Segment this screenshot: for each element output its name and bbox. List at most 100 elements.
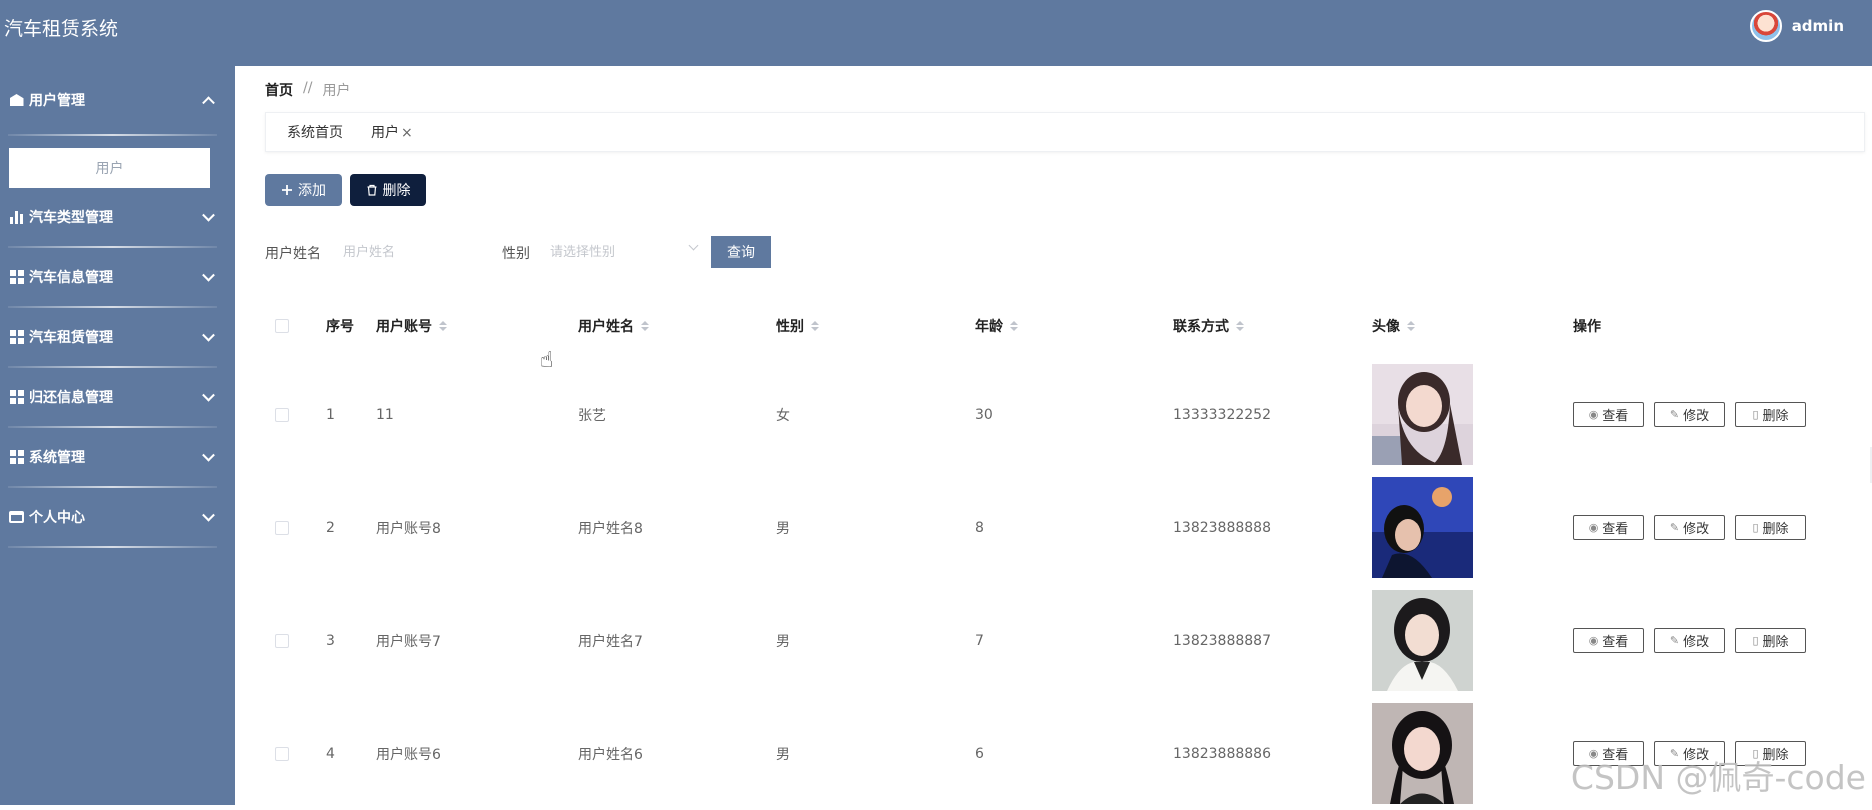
chevron-down-icon	[202, 509, 215, 522]
tab-label: 用户	[371, 125, 399, 141]
cell-age: 7	[975, 584, 984, 697]
sidebar-item-return-info[interactable]: 归还信息管理	[0, 368, 235, 426]
sort-icon[interactable]	[1407, 321, 1415, 331]
top-bar: 汽车租赁系统 admin	[0, 0, 1872, 66]
delete-button[interactable]: 删除	[350, 174, 426, 206]
user-photo[interactable]	[1372, 590, 1473, 691]
header-index: 序号	[326, 294, 354, 358]
edit-button[interactable]: ✎修改	[1654, 402, 1725, 427]
sidebar-item-car-info[interactable]: 汽车信息管理	[0, 248, 235, 306]
trash-icon: ▯	[1752, 408, 1758, 421]
header-account[interactable]: 用户账号	[376, 294, 447, 358]
sidebar-item-label: 汽车信息管理	[29, 267, 113, 287]
row-checkbox-cell	[275, 697, 289, 810]
row-checkbox-cell	[275, 584, 289, 697]
row-checkbox[interactable]	[275, 408, 289, 422]
edit-button[interactable]: ✎修改	[1654, 628, 1725, 653]
edit-label: 修改	[1683, 405, 1709, 424]
edit-button[interactable]: ✎修改	[1654, 515, 1725, 540]
sidebar-item-label: 汽车类型管理	[29, 207, 113, 227]
user-menu[interactable]: admin	[1750, 10, 1844, 42]
header-avatar[interactable]: 头像	[1372, 294, 1415, 358]
header-phone[interactable]: 联系方式	[1173, 294, 1244, 358]
cell-ops: ◉查看 ✎修改 ▯删除	[1573, 471, 1806, 584]
row-checkbox[interactable]	[275, 747, 289, 761]
menu-group-car-rental: 汽车租赁管理	[0, 308, 235, 368]
user-photo[interactable]	[1372, 703, 1473, 804]
delete-button-label: 删除	[383, 180, 411, 200]
trash-icon: ▯	[1752, 634, 1758, 647]
sidebar-item-car-type[interactable]: 汽车类型管理	[0, 188, 235, 246]
cell-avatar	[1372, 471, 1473, 584]
name-filter-input[interactable]	[339, 234, 489, 270]
header-label: 头像	[1372, 316, 1400, 336]
user-name[interactable]: admin	[1792, 17, 1844, 35]
chevron-down-icon	[202, 389, 215, 402]
add-button[interactable]: 添加	[265, 174, 342, 206]
select-all-checkbox[interactable]	[275, 319, 289, 333]
user-table: 序号 用户账号 用户姓名 性别 年龄 联系方式 头像 操作 1 11 张艺 女 …	[265, 294, 1865, 810]
divider	[8, 546, 217, 548]
sidebar-item-user-management[interactable]: 用户管理	[0, 66, 235, 134]
eye-icon: ◉	[1589, 521, 1599, 534]
cell-gender: 男	[776, 697, 790, 810]
header-label: 操作	[1573, 316, 1601, 336]
submenu-item-user[interactable]: 用户	[9, 148, 210, 188]
grid-icon	[9, 450, 24, 465]
plus-icon	[281, 184, 293, 196]
header-label: 序号	[326, 316, 354, 336]
cell-index: 3	[326, 584, 335, 697]
sort-icon[interactable]	[641, 321, 649, 331]
row-checkbox[interactable]	[275, 521, 289, 535]
view-button[interactable]: ◉查看	[1573, 515, 1644, 540]
sort-icon[interactable]	[1236, 321, 1244, 331]
sort-icon[interactable]	[439, 321, 447, 331]
chevron-down-icon	[202, 449, 215, 462]
breadcrumb: 首页 // 用户	[265, 80, 350, 100]
sort-icon[interactable]	[811, 321, 819, 331]
header-label: 用户账号	[376, 316, 432, 336]
user-photo[interactable]	[1372, 364, 1473, 465]
eye-icon: ◉	[1589, 408, 1599, 421]
view-button[interactable]: ◉查看	[1573, 402, 1644, 427]
eye-icon: ◉	[1589, 634, 1599, 647]
delete-row-button[interactable]: ▯删除	[1735, 402, 1806, 427]
avatar[interactable]	[1750, 10, 1782, 42]
query-button[interactable]: 查询	[711, 236, 771, 268]
menu-group-car-info: 汽车信息管理	[0, 248, 235, 308]
sidebar-item-label: 系统管理	[29, 447, 85, 467]
home-icon	[9, 93, 24, 108]
sidebar-item-profile[interactable]: 个人中心	[0, 488, 235, 546]
sidebar-item-label: 归还信息管理	[29, 387, 113, 407]
row-checkbox[interactable]	[275, 634, 289, 648]
header-label: 性别	[776, 316, 804, 336]
close-icon[interactable]: ×	[401, 125, 413, 141]
tab-user[interactable]: 用户×	[371, 122, 413, 142]
view-button[interactable]: ◉查看	[1573, 628, 1644, 653]
sidebar-item-car-rental[interactable]: 汽车租赁管理	[0, 308, 235, 366]
tab-system-home[interactable]: 系统首页	[287, 122, 343, 142]
trash-icon	[366, 184, 378, 196]
header-name[interactable]: 用户姓名	[578, 294, 649, 358]
app-title: 汽车租赁系统	[4, 14, 118, 41]
header-gender[interactable]: 性别	[776, 294, 819, 358]
divider	[8, 134, 217, 136]
cell-age: 6	[975, 697, 984, 810]
cell-account: 用户账号8	[376, 471, 441, 584]
breadcrumb-home[interactable]: 首页	[265, 80, 293, 100]
table-row: 3 用户账号7 用户姓名7 男 7 13823888887 ◉查看 ✎修改 ▯删…	[265, 584, 1865, 697]
main-content: 首页 // 用户 系统首页 用户× 添加 删除 用户姓名 性别 查询 序号 用户…	[235, 66, 1872, 805]
gender-select[interactable]	[546, 234, 706, 270]
sidebar-item-system[interactable]: 系统管理	[0, 428, 235, 486]
user-photo[interactable]	[1372, 477, 1473, 578]
delete-row-button[interactable]: ▯删除	[1735, 628, 1806, 653]
cell-age: 8	[975, 471, 984, 584]
view-label: 查看	[1602, 518, 1628, 537]
cell-account: 用户账号7	[376, 584, 441, 697]
delete-row-button[interactable]: ▯删除	[1735, 515, 1806, 540]
watermark: CSDN @佩奇-code	[1571, 751, 1866, 799]
cell-name: 用户姓名7	[578, 584, 643, 697]
cell-account: 用户账号6	[376, 697, 441, 810]
sort-icon[interactable]	[1010, 321, 1018, 331]
header-age[interactable]: 年龄	[975, 294, 1018, 358]
